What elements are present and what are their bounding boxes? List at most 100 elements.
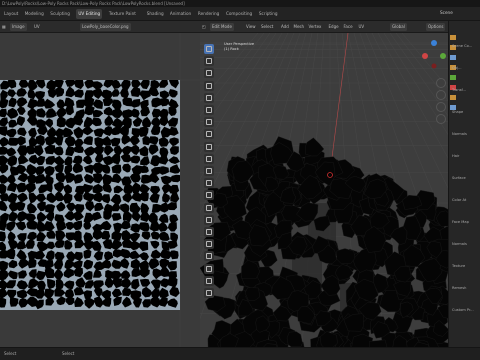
uv-island [84, 280, 94, 289]
uv-island [151, 117, 162, 127]
property-row[interactable]: Face Map [452, 220, 469, 224]
3d-viewport[interactable]: User Perspective (1) Rock [200, 33, 448, 347]
rock-mesh[interactable] [212, 270, 229, 289]
property-row[interactable]: Hair [452, 154, 459, 158]
workspace-tab[interactable]: Rendering [196, 9, 221, 19]
workspace-tab[interactable]: Animation [168, 9, 193, 19]
property-row[interactable]: Normals [452, 132, 467, 136]
property-row[interactable]: Shape [452, 110, 463, 114]
uv-island [6, 128, 17, 138]
uv-island [65, 105, 74, 116]
rotate-tool[interactable] [204, 80, 214, 91]
menu-mesh[interactable]: Mesh [294, 23, 305, 31]
uv-island [101, 296, 112, 307]
options-dropdown[interactable]: Options [426, 23, 446, 31]
orientation-dropdown[interactable]: Global [390, 23, 407, 31]
annotate-tool[interactable] [204, 117, 214, 128]
rock-mesh[interactable] [369, 339, 388, 347]
camera-view-icon[interactable] [436, 102, 446, 112]
uv-island [73, 174, 84, 184]
rock-mesh[interactable] [336, 248, 356, 264]
smooth-tool[interactable] [204, 239, 214, 250]
move-tool[interactable] [204, 68, 214, 79]
z-axis-icon[interactable] [431, 40, 437, 46]
property-row[interactable]: Surface [452, 176, 466, 180]
menu-select[interactable]: Select [261, 23, 273, 31]
property-row[interactable]: Custom Pr... [452, 308, 474, 312]
property-row[interactable]: Scene Co... [452, 44, 472, 48]
scale-tool[interactable] [204, 92, 214, 103]
uv-island [151, 97, 162, 108]
select-box-tool[interactable] [204, 44, 214, 54]
perspective-toggle-icon[interactable] [436, 114, 446, 124]
bevel-icon [206, 180, 212, 187]
uv-island [16, 115, 25, 127]
measure-tool[interactable] [204, 129, 214, 140]
uv-island [169, 137, 179, 147]
extrude-icon [206, 155, 212, 162]
uv-menu[interactable]: UV [34, 23, 40, 31]
uv-island [158, 231, 170, 241]
shrink-tool[interactable] [204, 263, 214, 274]
property-row[interactable]: Transf... [452, 88, 466, 92]
cursor-tool[interactable] [204, 56, 214, 67]
knife-tool[interactable] [204, 202, 214, 213]
add-cube-tool[interactable] [204, 141, 214, 152]
uv-island [73, 230, 82, 242]
transform-tool[interactable] [204, 105, 214, 115]
uv-image-menu[interactable]: Image [10, 23, 27, 31]
rip-tool[interactable] [204, 288, 214, 298]
workspace-tab[interactable]: Texture Paint [107, 9, 138, 19]
property-row[interactable]: Normals [452, 242, 467, 246]
poly-build-tool[interactable] [204, 214, 214, 225]
property-row[interactable]: Color At [452, 198, 466, 202]
uv-island [167, 276, 178, 288]
y-axis-icon[interactable] [440, 53, 446, 59]
workspace-tab[interactable]: Compositing [224, 9, 254, 19]
editor-type-icon[interactable]: ◰ [202, 23, 206, 31]
shear-tool[interactable] [204, 275, 214, 286]
menu-vertex[interactable]: Vertex [309, 23, 322, 31]
uv-island [83, 173, 95, 184]
scene-selector[interactable]: Scene [440, 10, 453, 15]
uv-island [130, 223, 141, 233]
pan-hand-icon[interactable] [436, 90, 446, 100]
property-row[interactable]: Texture [452, 264, 465, 268]
x-axis-icon[interactable] [422, 53, 428, 59]
navigation-gizmo[interactable] [420, 36, 448, 74]
workspace-tab[interactable]: UV Editing [76, 9, 103, 19]
image-selector[interactable]: LowPoly_baseColor.png [80, 23, 131, 31]
workspace-tab[interactable]: Sculpting [48, 9, 72, 19]
uv-island [63, 184, 72, 195]
neg-x-axis-icon[interactable] [431, 63, 437, 69]
inset-tool[interactable] [204, 166, 214, 176]
uv-island [169, 146, 179, 155]
workspace-tab[interactable]: Scripting [257, 9, 280, 19]
zoom-icon[interactable] [436, 78, 446, 88]
uv-island [27, 231, 37, 241]
edge-slide-tool[interactable] [204, 251, 214, 262]
uv-island [62, 127, 74, 138]
workspace-tab[interactable]: Shading [145, 9, 166, 19]
property-row[interactable]: Remesh [452, 286, 466, 290]
menu-face[interactable]: Face [344, 23, 353, 31]
extrude-tool[interactable] [204, 153, 214, 164]
loop-cut-tool[interactable] [204, 190, 214, 201]
rock-mesh[interactable] [286, 331, 303, 347]
property-row[interactable]: Obj... [452, 66, 462, 70]
workspace-tab[interactable]: Layout [2, 9, 20, 19]
menu-add[interactable]: Add [281, 23, 289, 31]
editor-type-icon[interactable]: ▦ [2, 23, 6, 31]
mode-dropdown[interactable]: Edit Mode [210, 23, 234, 31]
uv-island [83, 136, 93, 145]
menu-view[interactable]: View [246, 23, 256, 31]
uv-island [56, 220, 67, 231]
uv-island [0, 117, 8, 127]
menu-edge[interactable]: Edge [329, 23, 339, 31]
spin-tool[interactable] [204, 227, 214, 237]
bevel-tool[interactable] [204, 178, 214, 189]
uv-island [102, 155, 114, 166]
menu-uv[interactable]: UV [359, 23, 365, 31]
workspace-tab[interactable]: Modeling [23, 9, 46, 19]
uv-island [18, 270, 27, 279]
